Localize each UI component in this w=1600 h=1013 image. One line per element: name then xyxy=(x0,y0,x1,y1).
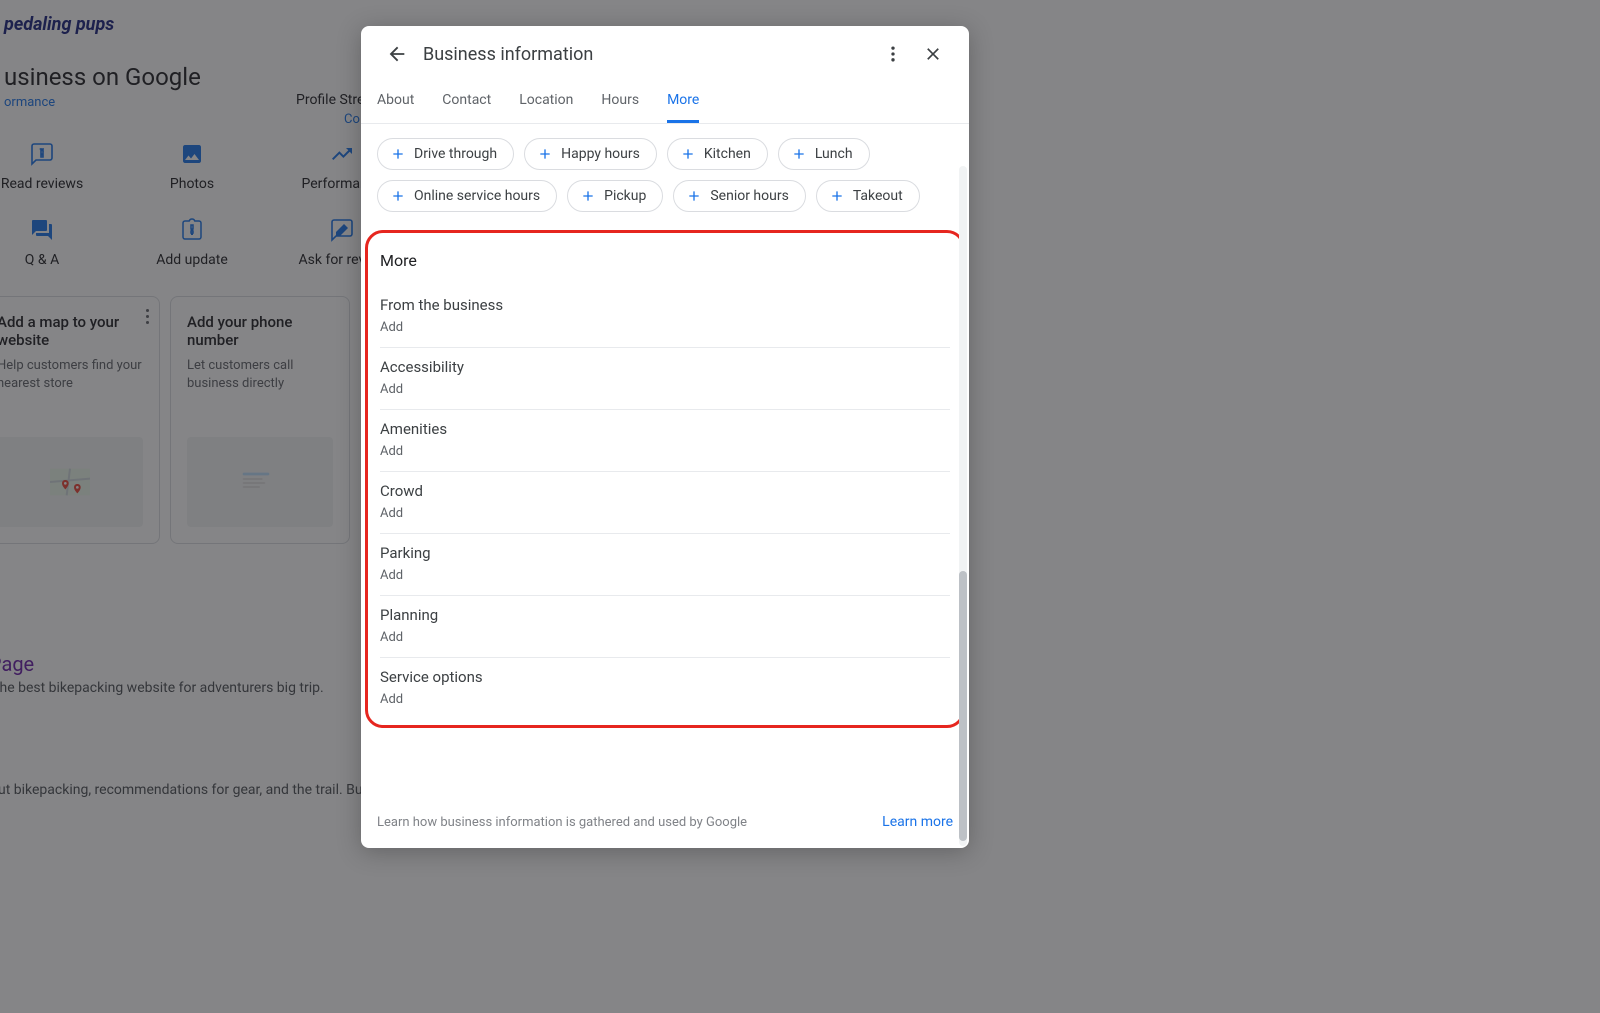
more-options-button[interactable] xyxy=(873,34,913,74)
add-link[interactable]: Add xyxy=(380,568,403,583)
plus-icon xyxy=(791,146,807,162)
plus-icon xyxy=(680,146,696,162)
plus-icon xyxy=(390,146,406,162)
chip-takeout[interactable]: Takeout xyxy=(816,180,920,212)
tab-contact[interactable]: Contact xyxy=(442,78,491,123)
modal-body: Drive through Happy hours Kitchen Lunch … xyxy=(361,124,969,800)
add-link[interactable]: Add xyxy=(380,630,403,645)
chip-online-service-hours[interactable]: Online service hours xyxy=(377,180,557,212)
add-link[interactable]: Add xyxy=(380,382,403,397)
close-icon xyxy=(923,44,943,64)
arrow-left-icon xyxy=(386,43,408,65)
hours-chips: Drive through Happy hours Kitchen Lunch … xyxy=(377,138,953,212)
modal-header: Business information xyxy=(361,26,969,78)
modal-tabs: About Contact Location Hours More xyxy=(361,78,969,124)
plus-icon xyxy=(686,188,702,204)
add-link[interactable]: Add xyxy=(380,320,403,335)
chip-happy-hours[interactable]: Happy hours xyxy=(524,138,657,170)
tab-about[interactable]: About xyxy=(377,78,414,123)
chip-pickup[interactable]: Pickup xyxy=(567,180,663,212)
business-info-modal: Business information About Contact Locat… xyxy=(361,26,969,848)
more-section-highlight: More From the business Add Accessibility… xyxy=(365,230,965,728)
attribute-service-options[interactable]: Service options Add xyxy=(380,658,950,719)
attribute-crowd[interactable]: Crowd Add xyxy=(380,472,950,534)
add-link[interactable]: Add xyxy=(380,444,403,459)
scrollbar-thumb[interactable] xyxy=(959,571,967,841)
plus-icon xyxy=(537,146,553,162)
modal-title: Business information xyxy=(423,44,873,65)
plus-icon xyxy=(829,188,845,204)
chip-drive-through[interactable]: Drive through xyxy=(377,138,514,170)
chip-senior-hours[interactable]: Senior hours xyxy=(673,180,805,212)
footer-text: Learn how business information is gather… xyxy=(377,815,747,830)
add-link[interactable]: Add xyxy=(380,692,403,707)
plus-icon xyxy=(580,188,596,204)
attribute-accessibility[interactable]: Accessibility Add xyxy=(380,348,950,410)
attribute-from-the-business[interactable]: From the business Add xyxy=(380,286,950,348)
tab-location[interactable]: Location xyxy=(519,78,573,123)
modal-footer: Learn how business information is gather… xyxy=(361,800,969,848)
plus-icon xyxy=(390,188,406,204)
chip-kitchen[interactable]: Kitchen xyxy=(667,138,768,170)
more-vert-icon xyxy=(883,44,903,64)
add-link[interactable]: Add xyxy=(380,506,403,521)
chip-lunch[interactable]: Lunch xyxy=(778,138,870,170)
tab-hours[interactable]: Hours xyxy=(601,78,639,123)
attribute-parking[interactable]: Parking Add xyxy=(380,534,950,596)
tab-more[interactable]: More xyxy=(667,78,699,123)
more-heading: More xyxy=(380,251,950,270)
back-button[interactable] xyxy=(377,34,417,74)
learn-more-link[interactable]: Learn more xyxy=(882,814,953,830)
attribute-amenities[interactable]: Amenities Add xyxy=(380,410,950,472)
close-button[interactable] xyxy=(913,34,953,74)
attribute-planning[interactable]: Planning Add xyxy=(380,596,950,658)
